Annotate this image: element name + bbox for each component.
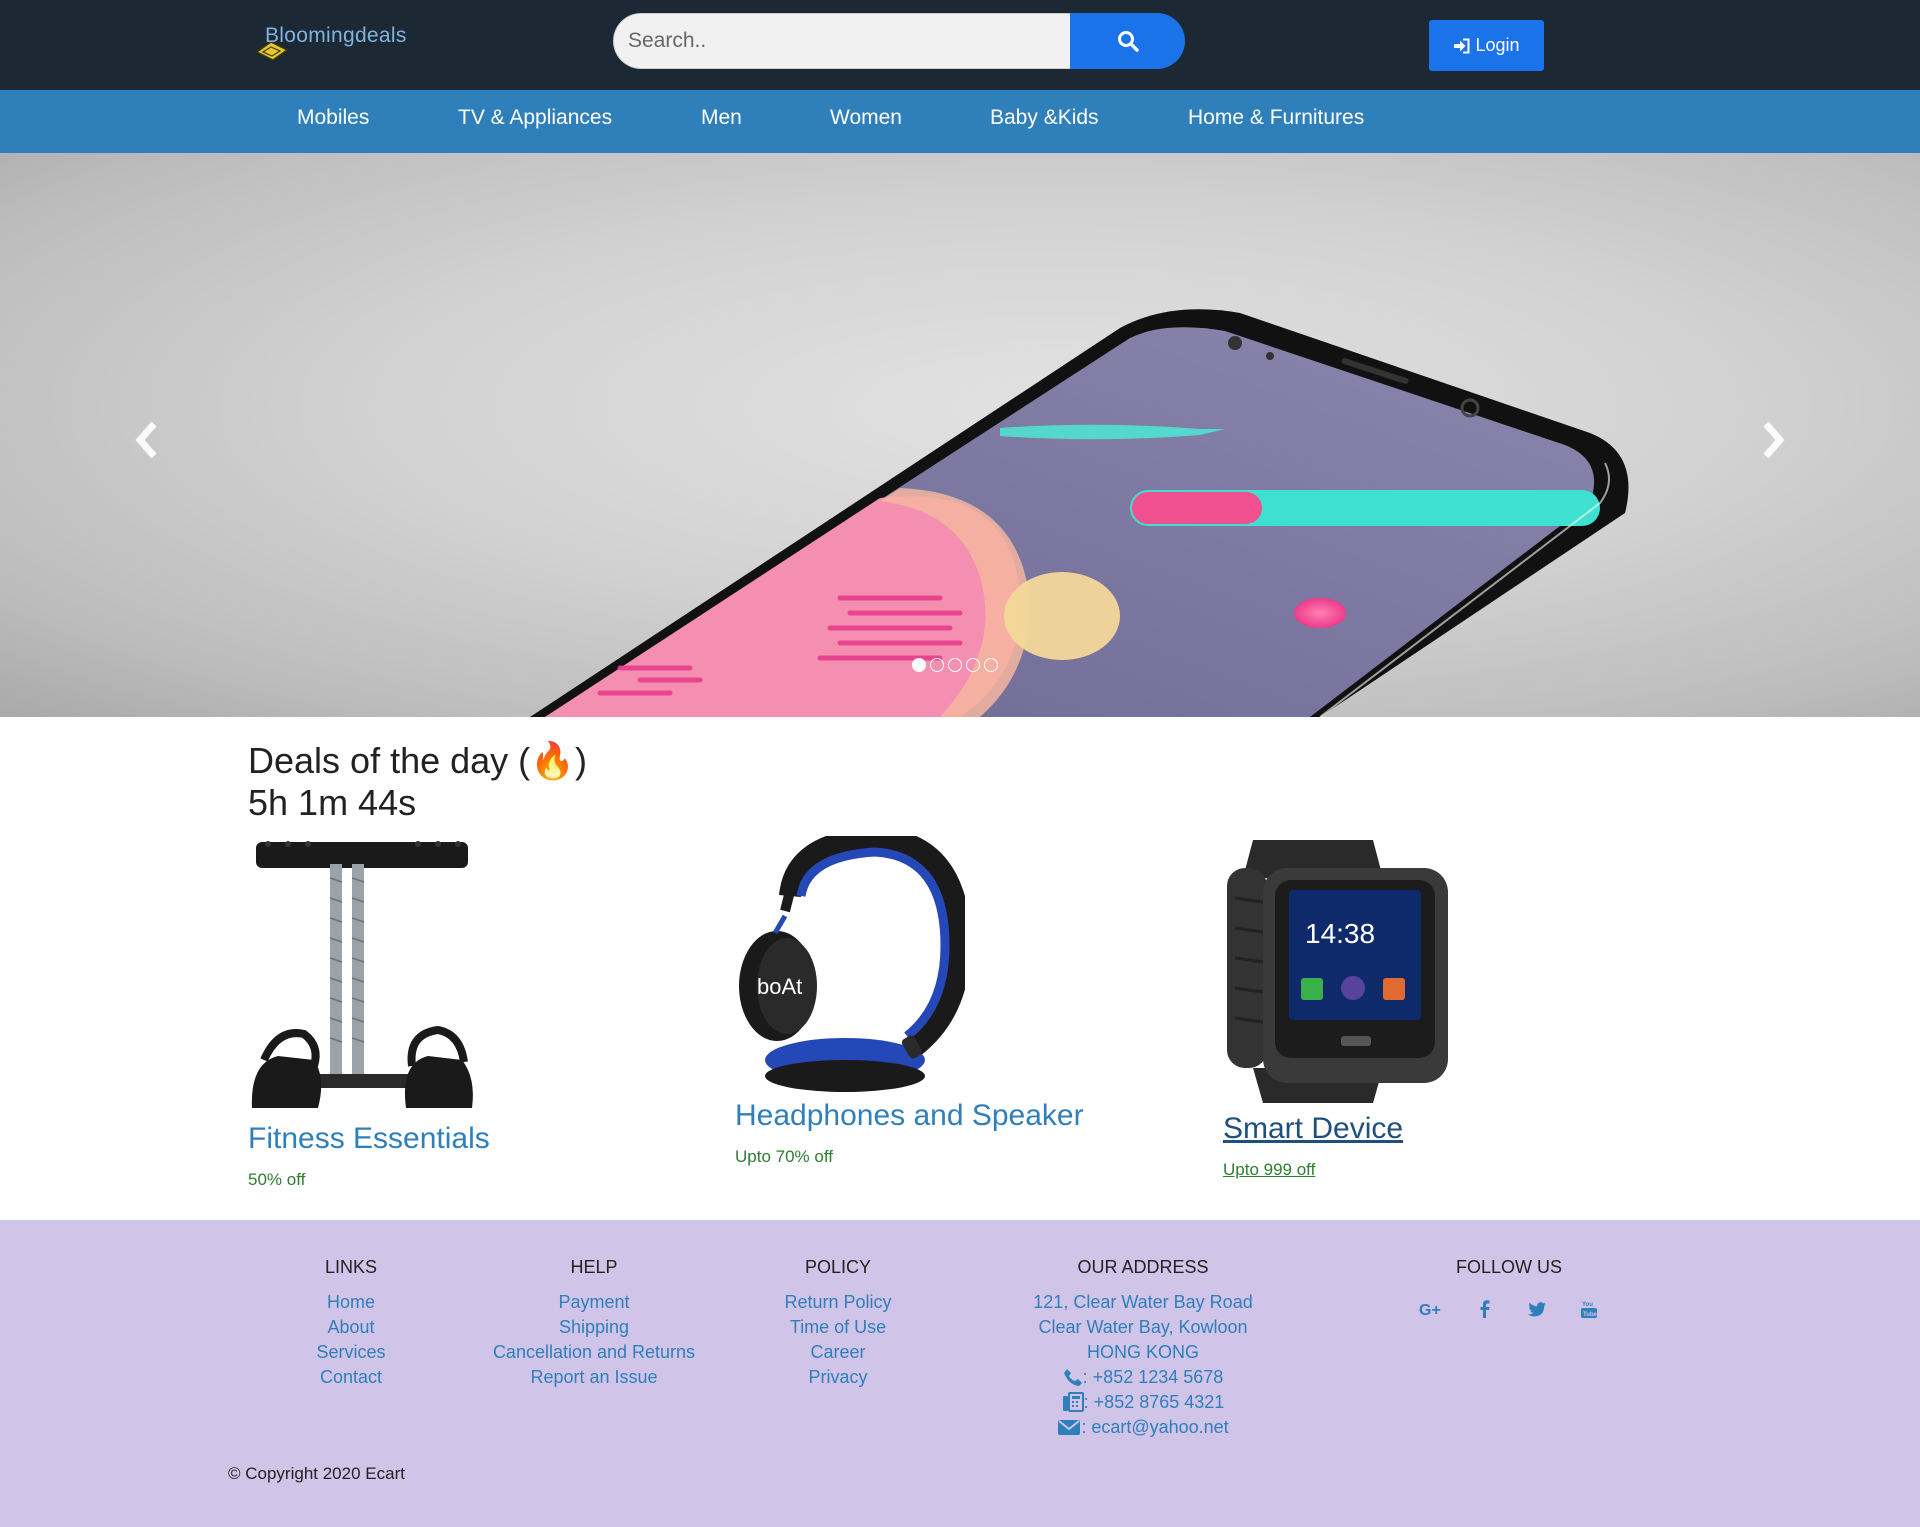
deal-card-headphones[interactable]: boAt Headphones and Speaker Upto 70% off: [735, 826, 1084, 1167]
svg-text:G+: G+: [1419, 1302, 1441, 1317]
footer-heading: HELP: [570, 1257, 618, 1277]
brand-logo[interactable]: Bloomingdeals: [255, 22, 445, 70]
footer-heading: OUR ADDRESS: [1077, 1257, 1209, 1277]
category-nav: Mobiles TV & Appliances Men Women Baby &…: [0, 90, 1920, 153]
search-button[interactable]: [1070, 13, 1185, 69]
footer-address-column: OUR ADDRESS 121, Clear Water Bay Road Cl…: [1013, 1256, 1273, 1440]
fax-row: : +852 8765 4321: [1013, 1390, 1273, 1415]
footer-link-services[interactable]: Services: [291, 1340, 411, 1365]
footer-link-about[interactable]: About: [291, 1315, 411, 1340]
google-plus-icon[interactable]: G+: [1417, 1294, 1447, 1324]
chevron-right-icon: [1763, 421, 1785, 459]
footer-policy-column: POLICY Return Policy Time of Use Career …: [758, 1256, 918, 1390]
nav-item-men[interactable]: Men: [701, 90, 742, 153]
search-icon: [1117, 31, 1139, 52]
deal-name[interactable]: Smart Device: [1223, 1112, 1453, 1146]
site-footer: LINKS Home About Services Contact HELP P…: [0, 1220, 1920, 1527]
svg-text:14:38: 14:38: [1305, 918, 1375, 949]
copyright-text: © Copyright 2020 Ecart: [228, 1464, 405, 1483]
fax-number: : +852 8765 4321: [1083, 1392, 1225, 1412]
youtube-icon[interactable]: You Tube: [1574, 1294, 1604, 1324]
email-address[interactable]: : ecart@yahoo.net: [1081, 1417, 1228, 1437]
address-line: Clear Water Bay, Kowloon: [1038, 1317, 1248, 1337]
carousel-dot-5[interactable]: [984, 658, 998, 672]
chevron-left-icon: [135, 421, 157, 459]
deal-card-smart-device[interactable]: 14:38 Smart Device Upto 999 off: [1223, 838, 1453, 1180]
fax-icon: [1062, 1392, 1084, 1412]
footer-heading: FOLLOW US: [1455, 1257, 1562, 1277]
twitter-icon[interactable]: [1522, 1294, 1552, 1324]
footer-links-column: LINKS Home About Services Contact: [291, 1256, 411, 1390]
footer-link-report-issue[interactable]: Report an Issue: [474, 1365, 714, 1390]
footer-heading: LINKS: [324, 1257, 378, 1277]
deal-name[interactable]: Headphones and Speaker: [735, 1099, 1084, 1133]
footer-link-career[interactable]: Career: [758, 1340, 918, 1365]
nav-item-mobiles[interactable]: Mobiles: [297, 90, 369, 153]
carousel-prev-button[interactable]: [128, 418, 168, 462]
footer-link-home[interactable]: Home: [291, 1290, 411, 1315]
carousel-dot-3[interactable]: [948, 658, 962, 672]
footer-link-return-policy[interactable]: Return Policy: [758, 1290, 918, 1315]
carousel-dot-2[interactable]: [930, 658, 944, 672]
footer-link-payment[interactable]: Payment: [474, 1290, 714, 1315]
footer-link-privacy[interactable]: Privacy: [758, 1365, 918, 1390]
address-line: HONG KONG: [1086, 1342, 1199, 1362]
footer-heading: POLICY: [804, 1257, 872, 1277]
search-bar: [613, 13, 1185, 69]
deal-name[interactable]: Fitness Essentials: [248, 1122, 490, 1156]
nav-item-home-furnitures[interactable]: Home & Furnitures: [1188, 90, 1364, 153]
email-row: : ecart@yahoo.net: [1013, 1415, 1273, 1440]
phone-number: : +852 1234 5678: [1082, 1367, 1224, 1387]
hero-carousel: [0, 153, 1920, 717]
nav-item-baby-kids[interactable]: Baby &Kids: [990, 90, 1099, 153]
search-input[interactable]: [613, 13, 1070, 69]
deals-countdown: 5h 1m 44s: [248, 782, 417, 823]
carousel-next-button[interactable]: [1752, 418, 1792, 462]
top-header: Bloomingdeals Login: [0, 0, 1920, 90]
fitness-product-image: [251, 841, 473, 1108]
nav-item-tv-appliances[interactable]: TV & Appliances: [458, 90, 612, 153]
footer-link-shipping[interactable]: Shipping: [474, 1315, 714, 1340]
svg-text:You: You: [1582, 1302, 1593, 1308]
deal-card-fitness[interactable]: Fitness Essentials 50% off: [248, 838, 490, 1190]
brand-name: Bloomingdeals: [265, 24, 407, 47]
nav-item-women[interactable]: Women: [830, 90, 902, 153]
envelope-icon: [1058, 1420, 1081, 1435]
facebook-icon[interactable]: [1470, 1294, 1500, 1324]
headphones-product-image: boAt: [739, 826, 972, 1092]
svg-text:Tube: Tube: [1583, 1312, 1597, 1318]
footer-link-contact[interactable]: Contact: [291, 1365, 411, 1390]
deal-offer: Upto 70% off: [735, 1147, 833, 1166]
login-label: Login: [1475, 35, 1520, 55]
carousel-dot-4[interactable]: [966, 658, 980, 672]
svg-text:boAt: boAt: [757, 974, 802, 999]
phone-icon: [1063, 1369, 1082, 1386]
footer-link-time-of-use[interactable]: Time of Use: [758, 1315, 918, 1340]
address-line: 121, Clear Water Bay Road: [1033, 1292, 1253, 1312]
phone-row: : +852 1234 5678: [1013, 1365, 1273, 1390]
login-button[interactable]: Login: [1429, 20, 1544, 71]
footer-link-cancellation[interactable]: Cancellation and Returns: [474, 1340, 714, 1365]
deals-heading: Deals of the day (🔥): [248, 740, 587, 781]
footer-follow-column: FOLLOW US: [1409, 1256, 1609, 1290]
smartwatch-product-image: 14:38: [1227, 840, 1448, 1103]
carousel-dot-1[interactable]: [912, 658, 926, 672]
carousel-indicators: [912, 658, 998, 674]
sign-in-icon: [1454, 38, 1470, 53]
footer-help-column: HELP Payment Shipping Cancellation and R…: [474, 1256, 714, 1390]
deal-offer: 50% off: [248, 1170, 306, 1189]
carousel-slide-image: [530, 309, 1629, 717]
deal-offer: Upto 999 off: [1223, 1160, 1316, 1179]
